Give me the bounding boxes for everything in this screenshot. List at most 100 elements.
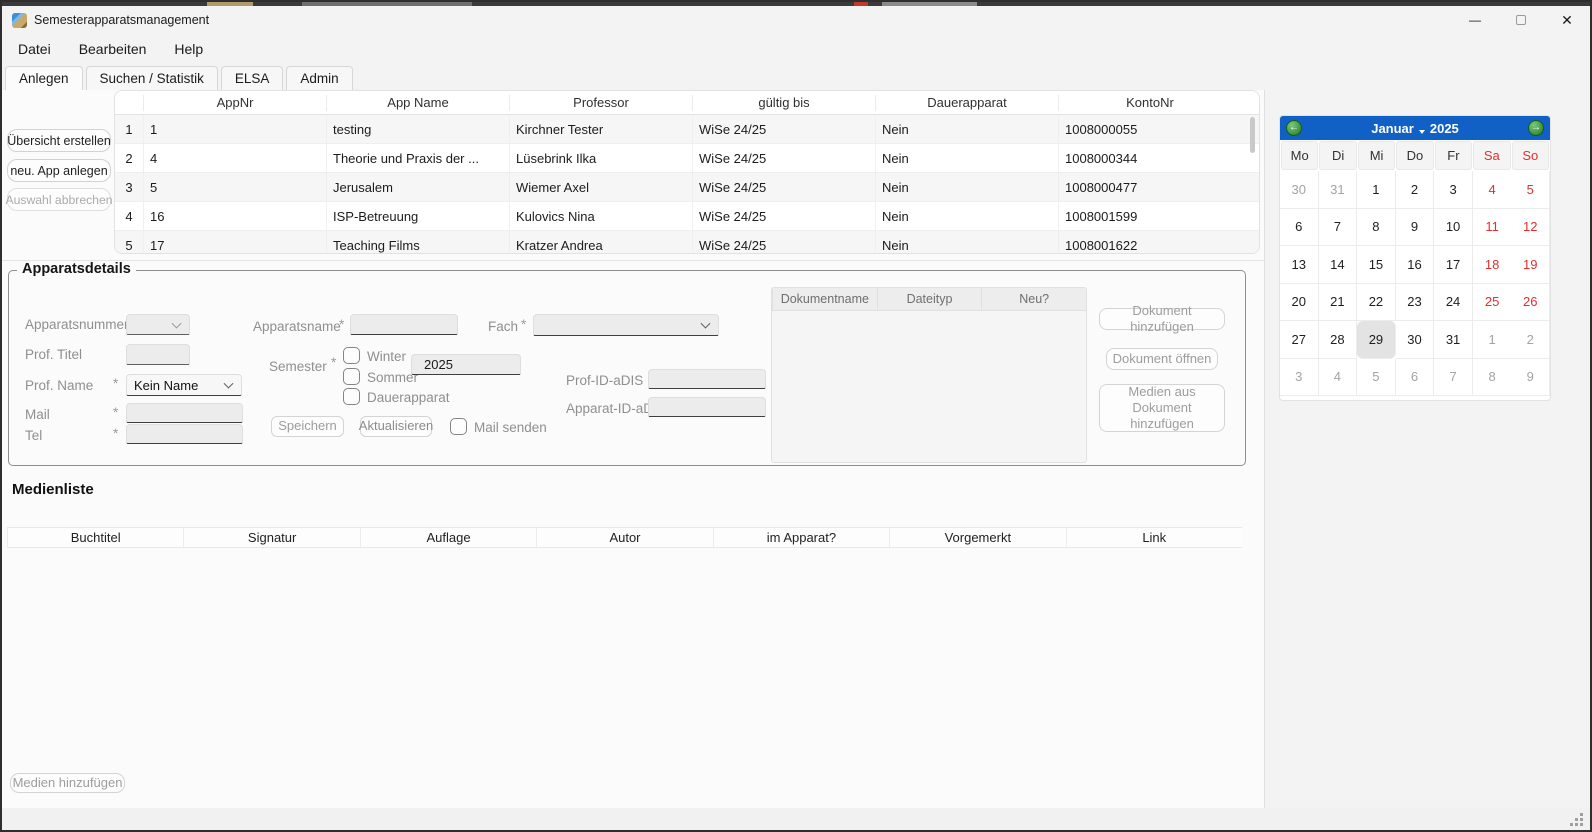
create-overview-button[interactable]: Übersicht erstellen <box>7 129 111 152</box>
save-button[interactable]: Speichern <box>271 416 344 437</box>
calendar-day[interactable]: 22 <box>1357 284 1396 322</box>
calendar-day[interactable]: 10 <box>1434 209 1473 247</box>
calendar-day[interactable]: 2 <box>1511 321 1550 359</box>
maximize-button[interactable] <box>1498 6 1544 34</box>
medien-column-header[interactable]: Autor <box>536 528 712 547</box>
calendar-day[interactable]: 6 <box>1396 359 1435 397</box>
calendar-day[interactable]: 8 <box>1473 359 1512 397</box>
cancel-selection-button[interactable]: Auswahl abbrechen <box>7 188 111 211</box>
tab[interactable]: Anlegen <box>5 66 83 90</box>
add-document-button[interactable]: Dokument hinzufügen <box>1099 308 1225 330</box>
apparat-id-adis-input[interactable] <box>648 397 766 417</box>
calendar-day[interactable]: 6 <box>1280 209 1319 247</box>
table-row[interactable]: 2 4 Theorie und Praxis der ... Lüsebrink… <box>115 144 1259 173</box>
calendar-day[interactable]: 30 <box>1396 321 1435 359</box>
minimize-button[interactable]: — <box>1452 6 1498 34</box>
calendar-day[interactable]: 15 <box>1357 246 1396 284</box>
resize-grip[interactable] <box>1570 813 1584 827</box>
dauerapparat-checkbox[interactable] <box>343 388 360 405</box>
calendar-day[interactable]: 30 <box>1280 171 1319 209</box>
add-media-from-document-button[interactable]: Medien aus Dokument hinzufügen <box>1099 384 1225 432</box>
table-row[interactable]: 1 1 testing Kirchner Tester WiSe 24/25 N… <box>115 115 1259 144</box>
calendar-day[interactable]: 25 <box>1473 284 1512 322</box>
tab[interactable]: Admin <box>286 66 352 90</box>
close-button[interactable]: ✕ <box>1544 6 1590 34</box>
medien-column-header[interactable]: Vorgemerkt <box>889 528 1065 547</box>
calendar-day[interactable]: 12 <box>1511 209 1550 247</box>
menu-item[interactable]: Help <box>160 35 217 63</box>
menu-item[interactable]: Bearbeiten <box>65 35 161 63</box>
calendar-day[interactable]: 4 <box>1319 359 1358 397</box>
calendar-day[interactable]: 17 <box>1434 246 1473 284</box>
calendar-day[interactable]: 18 <box>1473 246 1512 284</box>
prof-titel-input[interactable] <box>126 344 190 365</box>
new-app-button[interactable]: neu. App anlegen <box>7 159 111 182</box>
add-media-button[interactable]: Medien hinzufügen <box>10 773 125 793</box>
calendar-day[interactable]: 7 <box>1434 359 1473 397</box>
medien-column-header[interactable]: Link <box>1066 528 1242 547</box>
table-scrollbar[interactable] <box>1250 117 1255 249</box>
medien-column-header[interactable]: Buchtitel <box>7 528 183 547</box>
calendar-day[interactable]: 9 <box>1396 209 1435 247</box>
calendar-day[interactable]: 5 <box>1357 359 1396 397</box>
medien-column-header[interactable]: im Apparat? <box>713 528 889 547</box>
column-header[interactable]: Professor <box>509 95 692 111</box>
table-row[interactable]: 5 17 Teaching Films Kratzer Andrea WiSe … <box>115 231 1259 254</box>
semester-year-input[interactable] <box>411 354 521 375</box>
calendar-day[interactable]: 3 <box>1280 359 1319 397</box>
apparatsname-input[interactable] <box>350 314 458 335</box>
calendar-day[interactable]: 21 <box>1319 284 1358 322</box>
calendar-day[interactable]: 8 <box>1357 209 1396 247</box>
column-header[interactable]: KontoNr <box>1058 95 1241 111</box>
winter-checkbox[interactable] <box>343 347 360 364</box>
calendar-day[interactable]: 29 <box>1357 321 1396 359</box>
tab[interactable]: ELSA <box>221 66 284 90</box>
calendar-day[interactable]: 1 <box>1357 171 1396 209</box>
calendar-day[interactable]: 27 <box>1280 321 1319 359</box>
calendar-day[interactable]: 1 <box>1473 321 1512 359</box>
column-header[interactable]: Dauerapparat <box>875 95 1058 111</box>
calendar-day[interactable]: 4 <box>1473 171 1512 209</box>
table-row[interactable]: 4 16 ISP-Betreuung Kulovics Nina WiSe 24… <box>115 202 1259 231</box>
calendar-day[interactable]: 31 <box>1319 171 1358 209</box>
next-month-button[interactable]: → <box>1528 120 1544 136</box>
scrollbar-thumb[interactable] <box>1250 117 1255 153</box>
calendar-day[interactable]: 16 <box>1396 246 1435 284</box>
mail-input[interactable] <box>126 403 243 423</box>
calendar-day[interactable]: 14 <box>1319 246 1358 284</box>
calendar-day[interactable]: 26 <box>1511 284 1550 322</box>
fach-select[interactable] <box>533 314 719 336</box>
calendar-day[interactable]: 28 <box>1319 321 1358 359</box>
sommer-checkbox[interactable] <box>343 368 360 385</box>
update-button[interactable]: Aktualisieren <box>360 416 432 437</box>
column-header[interactable]: AppNr <box>143 95 326 111</box>
calendar-day[interactable]: 31 <box>1434 321 1473 359</box>
prof-name-select[interactable]: Kein Name <box>126 374 242 396</box>
calendar-day[interactable]: 23 <box>1396 284 1435 322</box>
menu-item[interactable]: Datei <box>4 35 65 63</box>
calendar-day[interactable]: 3 <box>1434 171 1473 209</box>
calendar-title[interactable]: Januar 2025 <box>1371 121 1459 136</box>
calendar-day[interactable]: 2 <box>1396 171 1435 209</box>
tab[interactable]: Suchen / Statistik <box>86 66 218 90</box>
table-row[interactable]: 3 5 Jerusalem Wiemer Axel WiSe 24/25 Nei… <box>115 173 1259 202</box>
apparatsnummer-select[interactable] <box>126 314 190 335</box>
column-header[interactable]: App Name <box>326 95 509 111</box>
mail-senden-checkbox[interactable] <box>450 418 467 435</box>
medien-column-header[interactable]: Signatur <box>183 528 359 547</box>
medien-column-header[interactable]: Auflage <box>360 528 536 547</box>
calendar-day[interactable]: 11 <box>1473 209 1512 247</box>
calendar-day[interactable]: 9 <box>1511 359 1550 397</box>
column-header[interactable]: gültig bis <box>692 95 875 111</box>
calendar-day[interactable]: 13 <box>1280 246 1319 284</box>
calendar-day[interactable]: 7 <box>1319 209 1358 247</box>
calendar-day[interactable]: 19 <box>1511 246 1550 284</box>
prof-id-adis-input[interactable] <box>648 369 766 389</box>
calendar-day[interactable]: 5 <box>1511 171 1550 209</box>
calendar-day[interactable]: 20 <box>1280 284 1319 322</box>
previous-month-button[interactable]: ← <box>1286 120 1302 136</box>
open-document-button[interactable]: Dokument öffnen <box>1106 348 1218 370</box>
calendar-day[interactable]: 24 <box>1434 284 1473 322</box>
tel-input[interactable] <box>126 424 243 444</box>
kontonr-cell: 1008001622 <box>1058 231 1241 254</box>
